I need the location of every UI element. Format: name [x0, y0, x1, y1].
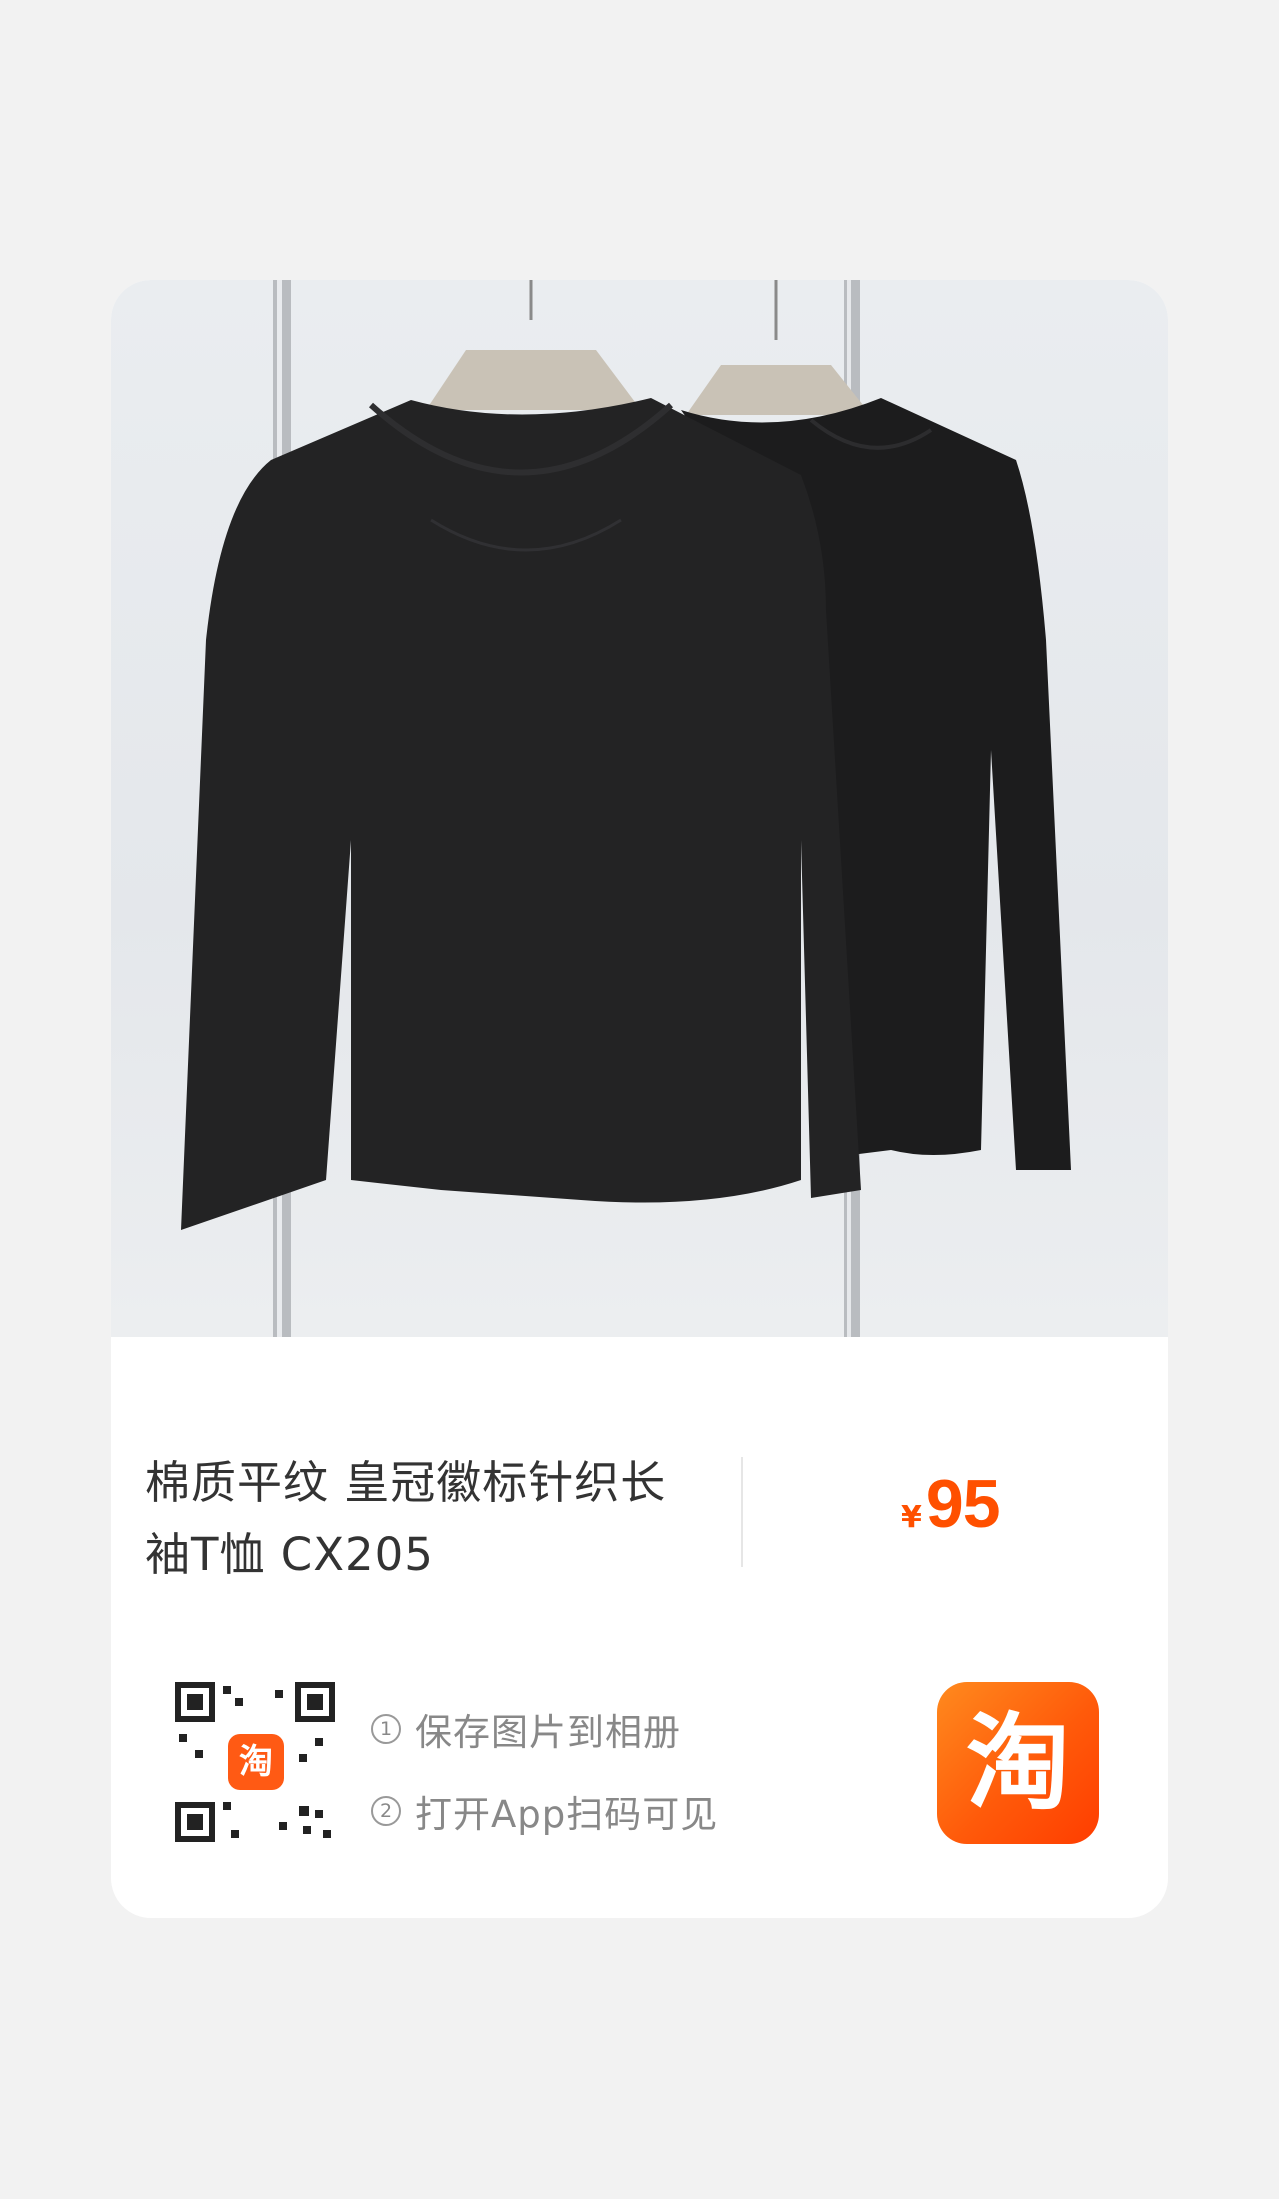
- qr-taobao-logo-icon: 淘: [228, 1734, 284, 1790]
- divider: [741, 1457, 743, 1567]
- step-number-2: 2: [371, 1796, 401, 1826]
- instruction-save-image: 1 保存图片到相册: [371, 1702, 681, 1756]
- instruction-open-app: 2 打开App扫码可见: [371, 1784, 718, 1838]
- product-info: 棉质平纹 皇冠徽标针织长袖T恤 CX205 ¥ 95 淘 1 保存图片到相册 2…: [111, 1337, 1168, 1918]
- share-card: 棉质平纹 皇冠徽标针织长袖T恤 CX205 ¥ 95 淘 1 保存图片到相册 2…: [111, 280, 1168, 1918]
- product-price: ¥ 95: [901, 1465, 1001, 1543]
- price-value: 95: [925, 1466, 1001, 1542]
- taobao-app-icon[interactable]: 淘: [937, 1682, 1099, 1844]
- product-image[interactable]: [111, 280, 1168, 1337]
- step-number-1: 1: [371, 1714, 401, 1744]
- step1-text: 保存图片到相册: [415, 1711, 681, 1754]
- product-photo: [181, 280, 1071, 1337]
- product-title[interactable]: 棉质平纹 皇冠徽标针织长袖T恤 CX205: [145, 1447, 705, 1591]
- step2-text: 打开App扫码可见: [415, 1793, 719, 1836]
- currency-symbol: ¥: [901, 1500, 922, 1535]
